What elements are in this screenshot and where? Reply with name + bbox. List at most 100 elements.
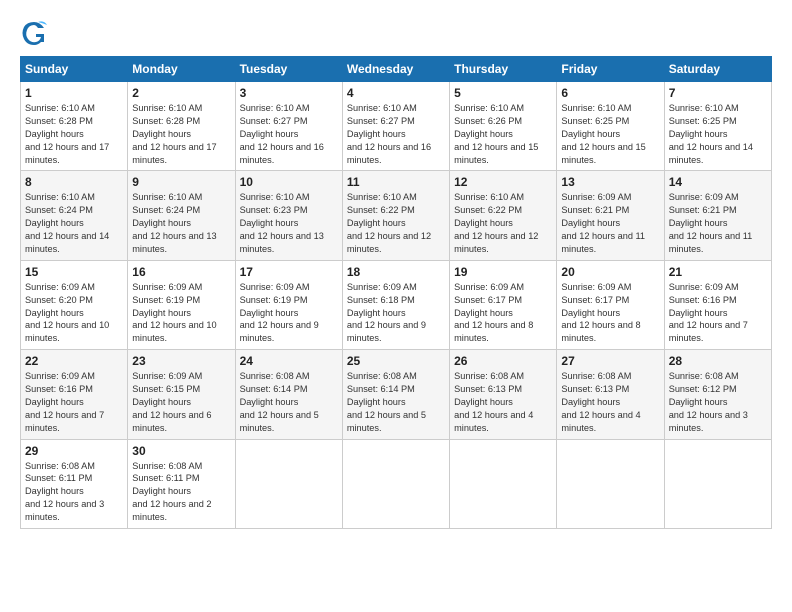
cell-text: Sunrise: 6:10 AMSunset: 6:24 PMDaylight … — [132, 192, 216, 254]
cell-text: Sunrise: 6:10 AMSunset: 6:22 PMDaylight … — [347, 192, 431, 254]
table-row: 5 Sunrise: 6:10 AMSunset: 6:26 PMDaylight… — [450, 82, 557, 171]
col-wednesday: Wednesday — [342, 57, 449, 82]
day-number: 10 — [240, 175, 338, 189]
cell-text: Sunrise: 6:10 AMSunset: 6:27 PMDaylight … — [240, 103, 324, 165]
day-number: 27 — [561, 354, 659, 368]
calendar: Sunday Monday Tuesday Wednesday Thursday… — [20, 56, 772, 529]
day-number: 18 — [347, 265, 445, 279]
table-row — [450, 439, 557, 528]
cell-text: Sunrise: 6:10 AMSunset: 6:24 PMDaylight … — [25, 192, 109, 254]
table-row — [557, 439, 664, 528]
day-number: 3 — [240, 86, 338, 100]
table-row: 16 Sunrise: 6:09 AMSunset: 6:19 PMDayligh… — [128, 260, 235, 349]
cell-text: Sunrise: 6:08 AMSunset: 6:14 PMDaylight … — [240, 371, 319, 433]
header — [20, 18, 772, 46]
cell-text: Sunrise: 6:08 AMSunset: 6:13 PMDaylight … — [454, 371, 533, 433]
table-row: 14 Sunrise: 6:09 AMSunset: 6:21 PMDayligh… — [664, 171, 771, 260]
cell-text: Sunrise: 6:09 AMSunset: 6:18 PMDaylight … — [347, 282, 426, 344]
table-row: 12 Sunrise: 6:10 AMSunset: 6:22 PMDayligh… — [450, 171, 557, 260]
table-row: 27 Sunrise: 6:08 AMSunset: 6:13 PMDayligh… — [557, 350, 664, 439]
cell-text: Sunrise: 6:10 AMSunset: 6:26 PMDaylight … — [454, 103, 538, 165]
table-row: 7 Sunrise: 6:10 AMSunset: 6:25 PMDaylight… — [664, 82, 771, 171]
day-number: 16 — [132, 265, 230, 279]
day-number: 12 — [454, 175, 552, 189]
logo — [20, 18, 50, 46]
table-row: 28 Sunrise: 6:08 AMSunset: 6:12 PMDayligh… — [664, 350, 771, 439]
day-number: 25 — [347, 354, 445, 368]
day-number: 8 — [25, 175, 123, 189]
cell-text: Sunrise: 6:09 AMSunset: 6:16 PMDaylight … — [669, 282, 748, 344]
table-row: 1 Sunrise: 6:10 AMSunset: 6:28 PMDaylight… — [21, 82, 128, 171]
cell-text: Sunrise: 6:10 AMSunset: 6:23 PMDaylight … — [240, 192, 324, 254]
cell-text: Sunrise: 6:10 AMSunset: 6:25 PMDaylight … — [669, 103, 753, 165]
col-tuesday: Tuesday — [235, 57, 342, 82]
cell-text: Sunrise: 6:09 AMSunset: 6:21 PMDaylight … — [669, 192, 753, 254]
day-number: 29 — [25, 444, 123, 458]
table-row: 24 Sunrise: 6:08 AMSunset: 6:14 PMDayligh… — [235, 350, 342, 439]
day-number: 19 — [454, 265, 552, 279]
table-row: 29 Sunrise: 6:08 AMSunset: 6:11 PMDayligh… — [21, 439, 128, 528]
table-row: 9Sunrise: 6:10 AMSunset: 6:24 PMDaylight… — [128, 171, 235, 260]
day-number: 23 — [132, 354, 230, 368]
table-row: 2 Sunrise: 6:10 AMSunset: 6:28 PMDaylight… — [128, 82, 235, 171]
day-number: 22 — [25, 354, 123, 368]
table-row: 25 Sunrise: 6:08 AMSunset: 6:14 PMDayligh… — [342, 350, 449, 439]
day-number: 4 — [347, 86, 445, 100]
table-row: 13 Sunrise: 6:09 AMSunset: 6:21 PMDayligh… — [557, 171, 664, 260]
day-number: 7 — [669, 86, 767, 100]
cell-text: Sunrise: 6:10 AMSunset: 6:28 PMDaylight … — [25, 103, 109, 165]
cell-text: Sunrise: 6:09 AMSunset: 6:17 PMDaylight … — [454, 282, 533, 344]
table-row: 8 Sunrise: 6:10 AMSunset: 6:24 PMDaylight… — [21, 171, 128, 260]
cell-text: Sunrise: 6:08 AMSunset: 6:14 PMDaylight … — [347, 371, 426, 433]
cell-text: Sunrise: 6:09 AMSunset: 6:21 PMDaylight … — [561, 192, 645, 254]
table-row — [664, 439, 771, 528]
cell-text: Sunrise: 6:10 AMSunset: 6:27 PMDaylight … — [347, 103, 431, 165]
table-row: 30 Sunrise: 6:08 AMSunset: 6:11 PMDayligh… — [128, 439, 235, 528]
cell-text: Sunrise: 6:09 AMSunset: 6:19 PMDaylight … — [132, 282, 216, 344]
table-row: 23Sunrise: 6:09 AMSunset: 6:15 PMDayligh… — [128, 350, 235, 439]
col-sunday: Sunday — [21, 57, 128, 82]
day-number: 15 — [25, 265, 123, 279]
day-number: 5 — [454, 86, 552, 100]
day-number: 1 — [25, 86, 123, 100]
col-friday: Friday — [557, 57, 664, 82]
cell-text: Sunrise: 6:08 AMSunset: 6:13 PMDaylight … — [561, 371, 640, 433]
table-row: 4 Sunrise: 6:10 AMSunset: 6:27 PMDaylight… — [342, 82, 449, 171]
cell-text: Sunrise: 6:08 AMSunset: 6:12 PMDaylight … — [669, 371, 748, 433]
table-row: 26 Sunrise: 6:08 AMSunset: 6:13 PMDayligh… — [450, 350, 557, 439]
table-row — [342, 439, 449, 528]
day-number: 26 — [454, 354, 552, 368]
day-number: 14 — [669, 175, 767, 189]
day-number: 21 — [669, 265, 767, 279]
day-number: 30 — [132, 444, 230, 458]
day-number: 20 — [561, 265, 659, 279]
col-thursday: Thursday — [450, 57, 557, 82]
day-number: 28 — [669, 354, 767, 368]
page: Sunday Monday Tuesday Wednesday Thursday… — [0, 0, 792, 612]
cell-text: Sunrise: 6:09 AMSunset: 6:17 PMDaylight … — [561, 282, 640, 344]
cell-text: Sunrise: 6:10 AMSunset: 6:25 PMDaylight … — [561, 103, 645, 165]
col-monday: Monday — [128, 57, 235, 82]
day-number: 6 — [561, 86, 659, 100]
day-number: 13 — [561, 175, 659, 189]
table-row — [235, 439, 342, 528]
day-number: 11 — [347, 175, 445, 189]
day-number: 24 — [240, 354, 338, 368]
logo-icon — [20, 18, 48, 46]
table-row: 21 Sunrise: 6:09 AMSunset: 6:16 PMDayligh… — [664, 260, 771, 349]
cell-text: Sunrise: 6:08 AMSunset: 6:11 PMDaylight … — [132, 461, 211, 523]
table-row: 15Sunrise: 6:09 AMSunset: 6:20 PMDayligh… — [21, 260, 128, 349]
table-row: 22 Sunrise: 6:09 AMSunset: 6:16 PMDayligh… — [21, 350, 128, 439]
table-row: 19 Sunrise: 6:09 AMSunset: 6:17 PMDayligh… — [450, 260, 557, 349]
table-row: 3 Sunrise: 6:10 AMSunset: 6:27 PMDaylight… — [235, 82, 342, 171]
cell-text: Sunrise: 6:08 AMSunset: 6:11 PMDaylight … — [25, 461, 104, 523]
day-number: 17 — [240, 265, 338, 279]
cell-text: Sunrise: 6:10 AMSunset: 6:28 PMDaylight … — [132, 103, 216, 165]
cell-text: Sunrise: 6:09 AMSunset: 6:16 PMDaylight … — [25, 371, 104, 433]
table-row: 6 Sunrise: 6:10 AMSunset: 6:25 PMDaylight… — [557, 82, 664, 171]
table-row: 20 Sunrise: 6:09 AMSunset: 6:17 PMDayligh… — [557, 260, 664, 349]
day-number: 2 — [132, 86, 230, 100]
table-row: 18 Sunrise: 6:09 AMSunset: 6:18 PMDayligh… — [342, 260, 449, 349]
table-row: 11 Sunrise: 6:10 AMSunset: 6:22 PMDayligh… — [342, 171, 449, 260]
cell-text: Sunrise: 6:10 AMSunset: 6:22 PMDaylight … — [454, 192, 538, 254]
